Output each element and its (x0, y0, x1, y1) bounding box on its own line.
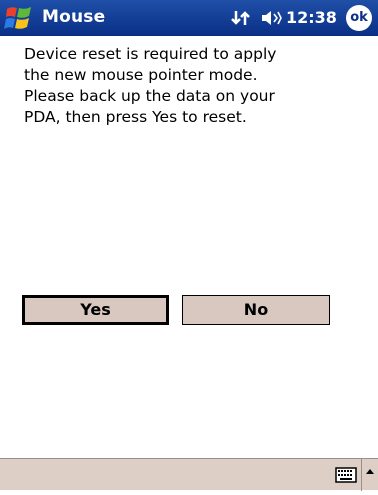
clock[interactable]: 12:38 (286, 8, 337, 27)
dialog-message: Device reset is required to apply the ne… (24, 44, 354, 128)
connectivity-icon[interactable] (230, 9, 252, 27)
windows-flag-icon (4, 7, 31, 29)
bottom-menu-bar (0, 458, 378, 491)
no-button[interactable]: No (182, 295, 330, 325)
start-button[interactable] (4, 3, 34, 33)
message-line: PDA, then press Yes to reset. (24, 108, 247, 126)
message-line: Device reset is required to apply (24, 45, 277, 63)
ok-button[interactable]: ok (346, 5, 372, 31)
title-bar: Mouse 12:38 ok (0, 0, 378, 36)
message-line: Please back up the data on your (24, 87, 275, 105)
message-line: the new mouse pointer mode. (24, 66, 258, 84)
caret-up-icon (366, 469, 374, 474)
yes-button[interactable]: Yes (22, 295, 169, 325)
keyboard-icon[interactable] (335, 467, 357, 483)
app-title: Mouse (42, 7, 106, 27)
input-panel-toggle[interactable] (361, 459, 378, 491)
speaker-icon[interactable] (260, 8, 282, 28)
